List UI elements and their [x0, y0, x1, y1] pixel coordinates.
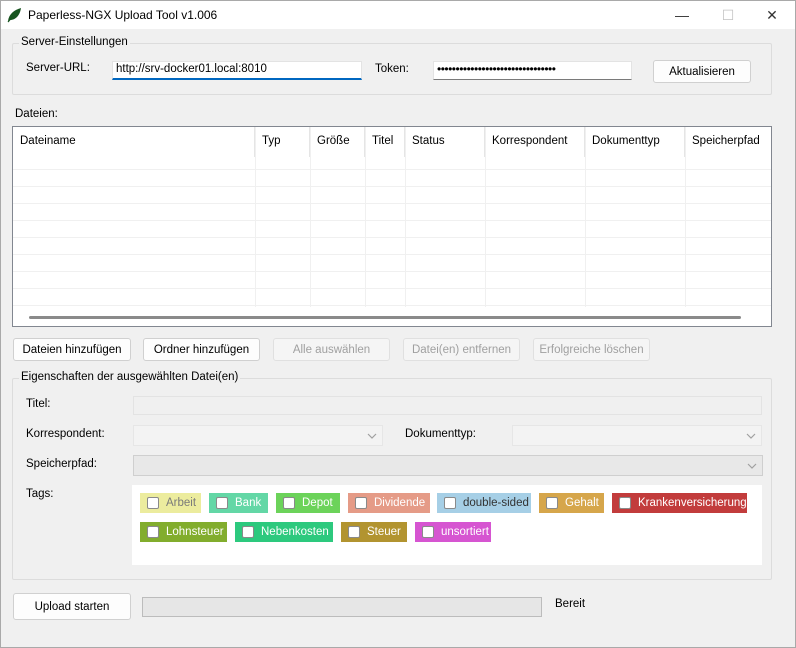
minimize-button[interactable]: — [659, 1, 705, 29]
files-label: Dateien: [15, 108, 58, 120]
token-label: Token: [375, 63, 409, 75]
checkbox[interactable] [348, 526, 360, 538]
storage-path-dropdown[interactable] [133, 455, 763, 476]
checkbox[interactable] [216, 497, 228, 509]
files-table[interactable]: Dateiname Typ Größe Titel Status Korresp… [12, 126, 772, 327]
tag-checkbox-double-sided[interactable]: double-sided [437, 493, 531, 513]
title-bar: Paperless-NGX Upload Tool v1.006 — ☐ ✕ [1, 1, 795, 29]
tag-checkbox-krankenversicherung[interactable]: Krankenversicherung [612, 493, 747, 513]
remove-files-button[interactable]: Datei(en) entfernen [403, 338, 520, 361]
main-window: Paperless-NGX Upload Tool v1.006 — ☐ ✕ S… [0, 0, 796, 648]
upload-start-button[interactable]: Upload starten [13, 593, 131, 620]
doctype-label: Dokumenttyp: [405, 428, 476, 440]
server-url-label: Server-URL: [26, 62, 90, 74]
tag-checkbox-dividende[interactable]: Dividende [348, 493, 430, 513]
window-title: Paperless-NGX Upload Tool v1.006 [28, 8, 218, 22]
column-header-status[interactable]: Status [405, 127, 485, 157]
column-header-correspondent[interactable]: Korrespondent [485, 127, 585, 157]
tag-label: double-sided [463, 497, 529, 509]
checkbox[interactable] [147, 497, 159, 509]
chevron-down-icon [747, 463, 757, 469]
server-url-input[interactable]: http://srv-docker01.local:8010 [112, 61, 362, 80]
tag-label: Gehalt [565, 497, 599, 509]
properties-title: Eigenschaften der ausgewählten Datei(en) [19, 371, 241, 383]
checkbox[interactable] [422, 526, 434, 538]
column-header-storage[interactable]: Speicherpfad [685, 127, 771, 157]
files-table-body [13, 157, 771, 307]
add-files-button[interactable]: Dateien hinzufügen [13, 338, 131, 361]
tag-checkbox-bank[interactable]: Bank [209, 493, 268, 513]
leaf-icon [7, 8, 21, 23]
clear-successful-button[interactable]: Erfolgreiche löschen [533, 338, 650, 361]
tag-label: Lohnsteuer [166, 526, 224, 538]
refresh-button[interactable]: Aktualisieren [653, 60, 751, 83]
status-text: Bereit [555, 598, 586, 610]
column-header-filename[interactable]: Dateiname [13, 127, 255, 157]
token-input[interactable]: •••••••••••••••••••••••••••••••• [433, 61, 632, 80]
title-label: Titel: [26, 398, 51, 410]
tags-label: Tags: [26, 488, 54, 500]
upload-progress-bar [142, 597, 542, 617]
tag-checkbox-lohnsteuer[interactable]: Lohnsteuer [140, 522, 227, 542]
tag-checkbox-gehalt[interactable]: Gehalt [539, 493, 604, 513]
doctype-dropdown[interactable] [512, 425, 762, 446]
tags-panel: Arbeit Bank Depot Dividende double-sided… [132, 485, 762, 565]
tag-label: Steuer [367, 526, 401, 538]
checkbox[interactable] [619, 497, 631, 509]
title-input[interactable] [133, 396, 762, 415]
tag-checkbox-arbeit[interactable]: Arbeit [140, 493, 201, 513]
server-settings-group: Server-Einstellungen Server-URL: http://… [12, 36, 772, 95]
tag-checkbox-steuer[interactable]: Steuer [341, 522, 407, 542]
server-settings-title: Server-Einstellungen [19, 36, 130, 48]
checkbox[interactable] [283, 497, 295, 509]
column-header-type[interactable]: Typ [255, 127, 310, 157]
checkbox[interactable] [444, 497, 456, 509]
correspondent-label: Korrespondent: [26, 428, 105, 440]
chevron-down-icon [746, 433, 756, 439]
maximize-button[interactable]: ☐ [705, 1, 751, 29]
correspondent-dropdown[interactable] [133, 425, 383, 446]
tag-checkbox-nebenkosten[interactable]: Nebenkosten [235, 522, 333, 542]
chevron-down-icon [367, 433, 377, 439]
horizontal-scrollbar[interactable] [29, 316, 741, 319]
tag-label: unsortiert [441, 526, 489, 538]
tag-label: Bank [235, 497, 262, 509]
close-button[interactable]: ✕ [749, 1, 795, 29]
column-header-size[interactable]: Größe [310, 127, 365, 157]
tag-checkbox-unsortiert[interactable]: unsortiert [415, 522, 491, 542]
checkbox[interactable] [147, 526, 159, 538]
add-folder-button[interactable]: Ordner hinzufügen [143, 338, 260, 361]
checkbox[interactable] [242, 526, 254, 538]
storage-path-label: Speicherpfad: [26, 458, 97, 470]
column-header-doctype[interactable]: Dokumenttyp [585, 127, 685, 157]
checkbox[interactable] [355, 497, 367, 509]
column-header-title[interactable]: Titel [365, 127, 405, 157]
select-all-button[interactable]: Alle auswählen [273, 338, 390, 361]
tag-label: Nebenkosten [261, 526, 329, 538]
tag-label: Dividende [374, 497, 426, 509]
tag-checkbox-depot[interactable]: Depot [276, 493, 340, 513]
checkbox[interactable] [546, 497, 558, 509]
tag-label: Arbeit [166, 497, 197, 509]
tag-label: Depot [302, 497, 333, 509]
files-table-header: Dateiname Typ Größe Titel Status Korresp… [13, 127, 771, 157]
tag-label: Krankenversicherung [638, 497, 747, 509]
